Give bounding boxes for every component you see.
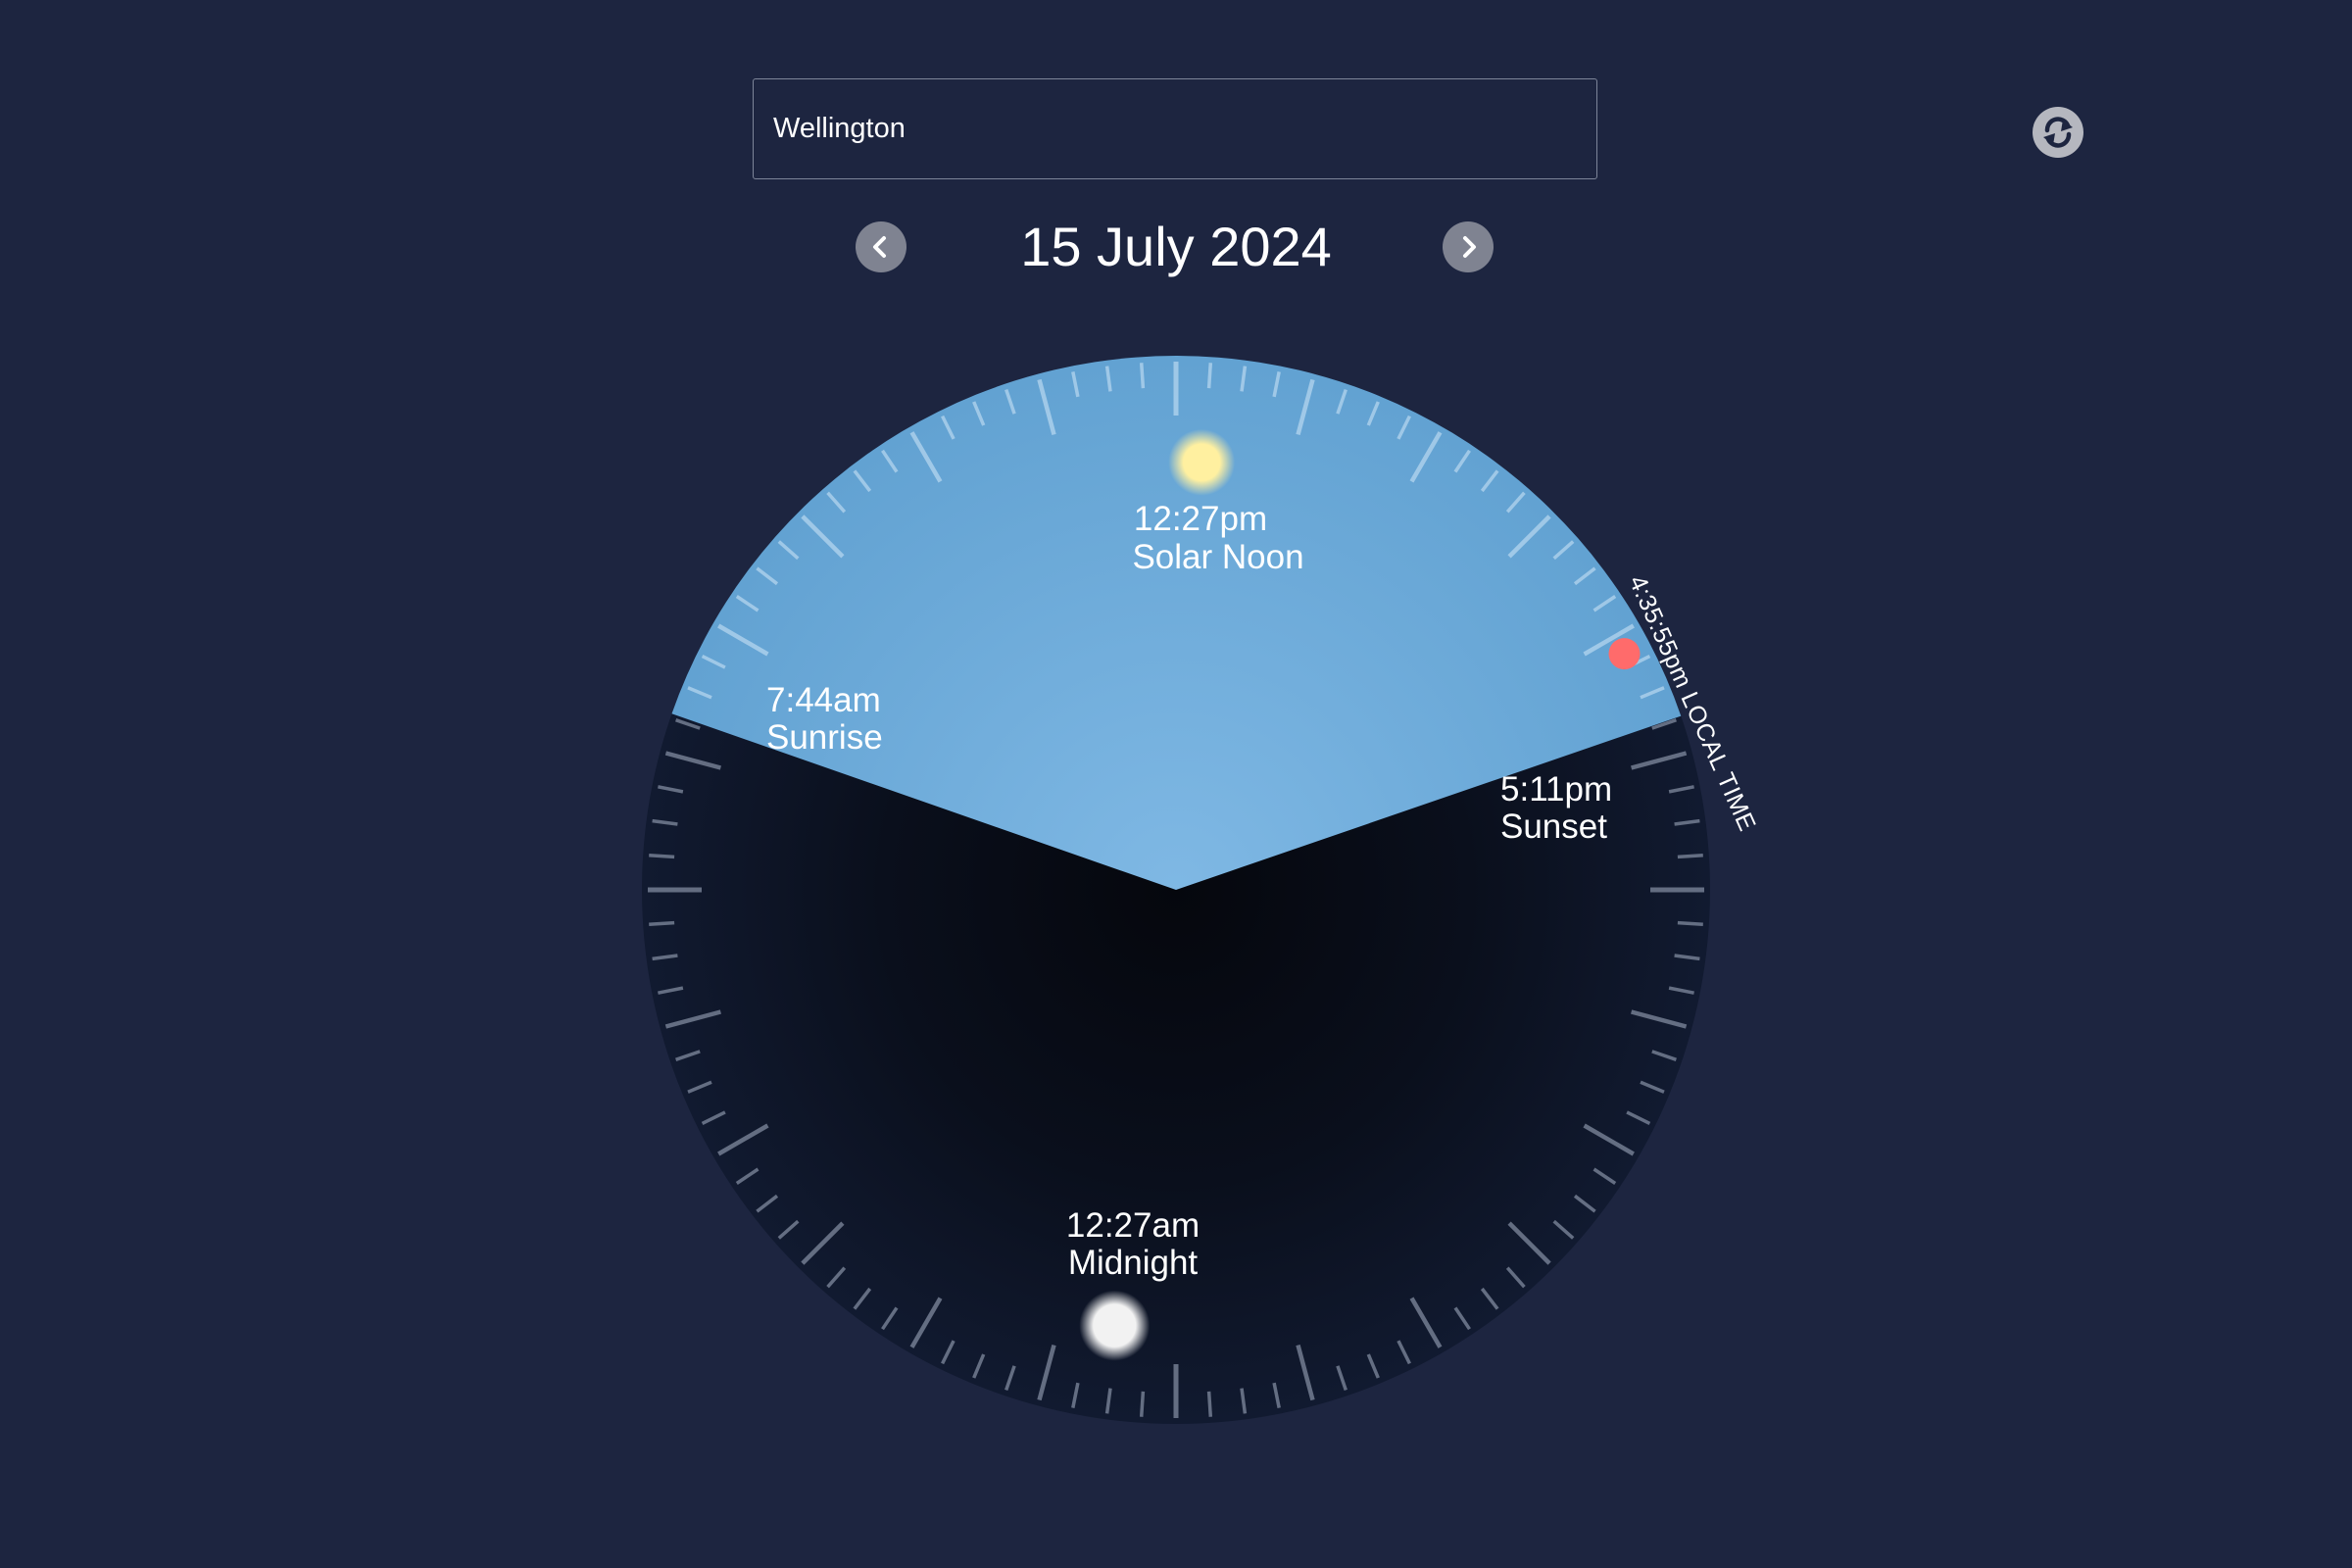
sunset-label: Sunset [1500, 808, 1607, 846]
hour-tick [649, 853, 675, 859]
midnight-time: 12:27am [1066, 1206, 1200, 1245]
sunrise-time: 7:44am [766, 681, 881, 719]
sun-icon [1168, 428, 1236, 496]
current-time-marker [1608, 638, 1641, 670]
hour-tick [1677, 920, 1703, 927]
hour-tick [1206, 363, 1213, 389]
sunrise-label: Sunrise [766, 718, 883, 757]
sun-clock: 12:27pm Solar Noon 7:44am Sunrise 5:11pm… [642, 356, 1761, 1424]
hour-tick [1139, 1391, 1146, 1417]
solar-noon-time: 12:27pm [1134, 500, 1267, 538]
hour-tick [1677, 853, 1703, 859]
hour-tick [1139, 363, 1146, 389]
solar-noon-label: Solar Noon [1132, 538, 1303, 576]
sunset-time: 5:11pm [1500, 770, 1612, 808]
hour-tick [649, 920, 675, 927]
moon-icon [1079, 1290, 1151, 1361]
hour-tick [1206, 1391, 1213, 1417]
midnight-label: Midnight [1068, 1244, 1199, 1282]
